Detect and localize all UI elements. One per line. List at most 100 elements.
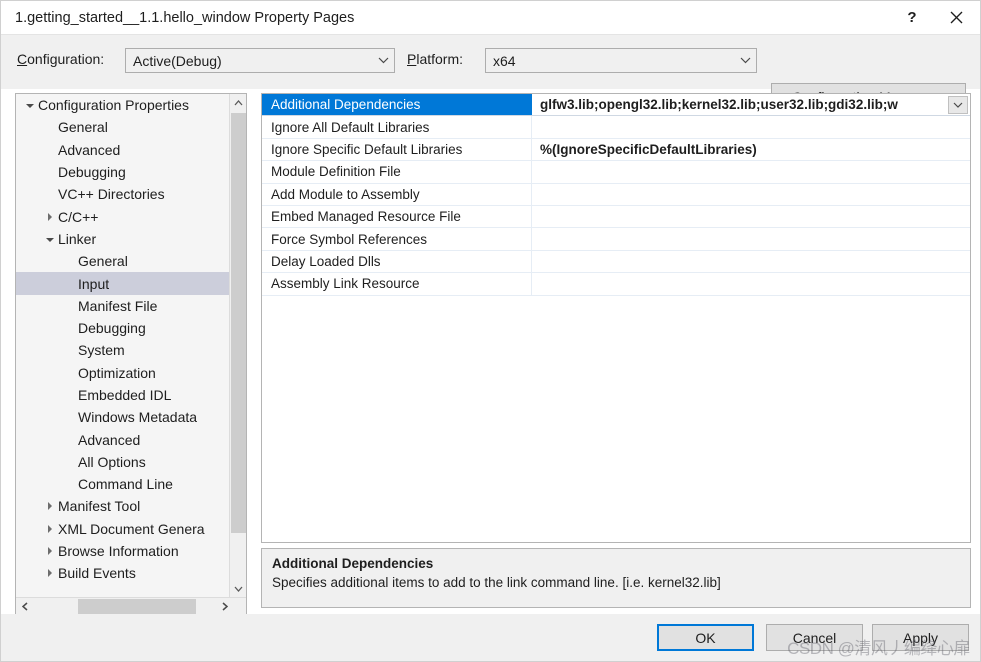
- tree-item-vc-directories[interactable]: VC++ Directories: [16, 183, 230, 205]
- dialog-footer: OK Cancel Apply: [1, 614, 980, 661]
- tree-item-label: Input: [78, 275, 110, 292]
- tree-item-advanced[interactable]: Advanced: [16, 139, 230, 161]
- expander-expanded-icon[interactable]: [42, 236, 58, 242]
- tree-item-all-options[interactable]: All Options: [16, 451, 230, 473]
- chevron-down-icon: [953, 102, 963, 108]
- tree-item-label: Windows Metadata: [78, 409, 198, 426]
- property-row[interactable]: Ignore All Default Libraries: [262, 116, 970, 139]
- property-value[interactable]: [532, 116, 970, 137]
- platform-label: Platform:: [407, 51, 464, 67]
- tree-item-label: Optimization: [78, 364, 156, 381]
- triangle-right-icon: [48, 569, 52, 578]
- expander-expanded-icon[interactable]: [22, 102, 38, 109]
- tree-item-label: System: [78, 342, 125, 359]
- configuration-select[interactable]: Active(Debug): [125, 48, 395, 73]
- expander-collapsed-icon[interactable]: [42, 212, 58, 221]
- tree-item-label: Configuration Properties: [38, 97, 189, 114]
- triangle-down-icon: [26, 104, 34, 109]
- tree-horizontal-scrollbar[interactable]: [16, 597, 246, 615]
- tree-item-label: General: [58, 119, 108, 136]
- help-icon[interactable]: ?: [890, 1, 934, 34]
- tree-item-input[interactable]: Input: [16, 272, 230, 295]
- chevron-down-icon: [372, 49, 394, 72]
- expander-collapsed-icon[interactable]: [42, 502, 58, 511]
- title-bar: 1.getting_started__1.1.hello_window Prop…: [1, 1, 980, 34]
- cancel-button[interactable]: Cancel: [766, 624, 863, 651]
- property-name: Force Symbol References: [262, 228, 532, 250]
- scroll-right-icon[interactable]: [216, 598, 233, 615]
- tree-item-debugging[interactable]: Debugging: [16, 161, 230, 183]
- property-row[interactable]: Module Definition File: [262, 161, 970, 184]
- property-row[interactable]: Force Symbol References: [262, 228, 970, 251]
- tree-vertical-scrollbar-thumb[interactable]: [231, 113, 246, 533]
- expander-collapsed-icon[interactable]: [42, 524, 58, 533]
- configuration-value: Active(Debug): [133, 52, 222, 69]
- tree-item-system[interactable]: System: [16, 339, 230, 361]
- tree-item-c-c[interactable]: C/C++: [16, 205, 230, 227]
- tree-item-build-events[interactable]: Build Events: [16, 562, 230, 584]
- tree-item-label: All Options: [78, 453, 146, 470]
- property-value[interactable]: [532, 251, 970, 272]
- property-value[interactable]: [532, 228, 970, 249]
- tree-item-label: Manifest Tool: [58, 498, 141, 515]
- property-grid[interactable]: Additional Dependencies glfw3.lib;opengl3…: [261, 93, 971, 543]
- tree-item-label: Debugging: [78, 320, 146, 337]
- property-name: Module Definition File: [262, 161, 532, 183]
- ok-button[interactable]: OK: [657, 624, 754, 651]
- configuration-tree[interactable]: Configuration Properties General Advanced D…: [16, 94, 230, 597]
- property-value[interactable]: [532, 273, 970, 294]
- tree-item-general[interactable]: General: [16, 250, 230, 272]
- apply-button[interactable]: Apply: [872, 624, 969, 651]
- property-row[interactable]: Add Module to Assembly: [262, 183, 970, 206]
- scroll-down-icon[interactable]: [230, 580, 246, 597]
- window-title: 1.getting_started__1.1.hello_window Prop…: [15, 9, 355, 26]
- tree-item-configuration-properties[interactable]: Configuration Properties: [16, 94, 230, 116]
- triangle-right-icon: [48, 547, 52, 556]
- close-icon[interactable]: [934, 1, 978, 34]
- tree-item-general[interactable]: General: [16, 116, 230, 138]
- property-row[interactable]: Additional Dependencies glfw3.lib;opengl3…: [262, 94, 970, 117]
- tree-item-label: Advanced: [58, 141, 121, 158]
- property-value[interactable]: %(IgnoreSpecificDefaultLibraries): [532, 139, 970, 160]
- property-row[interactable]: Delay Loaded Dlls: [262, 250, 970, 274]
- expander-collapsed-icon[interactable]: [42, 569, 58, 578]
- property-row[interactable]: Ignore Specific Default Libraries %(Ignor…: [262, 138, 970, 162]
- triangle-down-icon: [46, 237, 54, 242]
- tree-item-command-line[interactable]: Command Line: [16, 473, 230, 495]
- tree-item-linker[interactable]: Linker: [16, 228, 230, 250]
- tree-item-label: Debugging: [58, 164, 126, 181]
- property-value[interactable]: [532, 161, 970, 182]
- tree-item-manifest-tool[interactable]: Manifest Tool: [16, 495, 230, 517]
- configuration-label: Configuration:: [17, 51, 105, 67]
- tree-item-label: Linker: [58, 230, 97, 247]
- platform-select[interactable]: x64: [485, 48, 757, 73]
- property-pages-dialog: 1.getting_started__1.1.hello_window Prop…: [0, 0, 981, 662]
- property-name: Delay Loaded Dlls: [262, 250, 532, 273]
- tree-item-windows-metadata[interactable]: Windows Metadata: [16, 406, 230, 428]
- platform-value: x64: [493, 52, 516, 69]
- scroll-up-icon[interactable]: [230, 94, 246, 111]
- property-name: Ignore All Default Libraries: [262, 116, 532, 138]
- tree-item-debugging[interactable]: Debugging: [16, 317, 230, 339]
- tree-item-advanced[interactable]: Advanced: [16, 428, 230, 450]
- property-value[interactable]: [532, 206, 970, 227]
- scroll-left-icon[interactable]: [16, 598, 33, 615]
- tree-item-label: General: [78, 253, 128, 270]
- tree-item-browse-information[interactable]: Browse Information: [16, 540, 230, 562]
- tree-item-manifest-file[interactable]: Manifest File: [16, 295, 230, 317]
- tree-item-embedded-idl[interactable]: Embedded IDL: [16, 384, 230, 406]
- tree-horizontal-scrollbar-thumb[interactable]: [78, 599, 196, 614]
- property-row[interactable]: Assembly Link Resource: [262, 273, 970, 296]
- tree-item-optimization[interactable]: Optimization: [16, 362, 230, 384]
- description-title: Additional Dependencies: [272, 556, 434, 571]
- expander-collapsed-icon[interactable]: [42, 547, 58, 556]
- tree-vertical-scrollbar[interactable]: [229, 94, 246, 597]
- property-value[interactable]: glfw3.lib;opengl32.lib;kernel32.lib;user…: [532, 94, 970, 115]
- tree-item-label: VC++ Directories: [58, 186, 165, 203]
- tree-item-label: Browse Information: [58, 543, 179, 560]
- tree-item-xml-document-genera[interactable]: XML Document Genera: [16, 518, 230, 540]
- tree-item-label: Command Line: [78, 476, 173, 493]
- property-row[interactable]: Embed Managed Resource File: [262, 205, 970, 229]
- property-value[interactable]: [532, 184, 970, 205]
- property-value-dropdown-button[interactable]: [948, 96, 968, 114]
